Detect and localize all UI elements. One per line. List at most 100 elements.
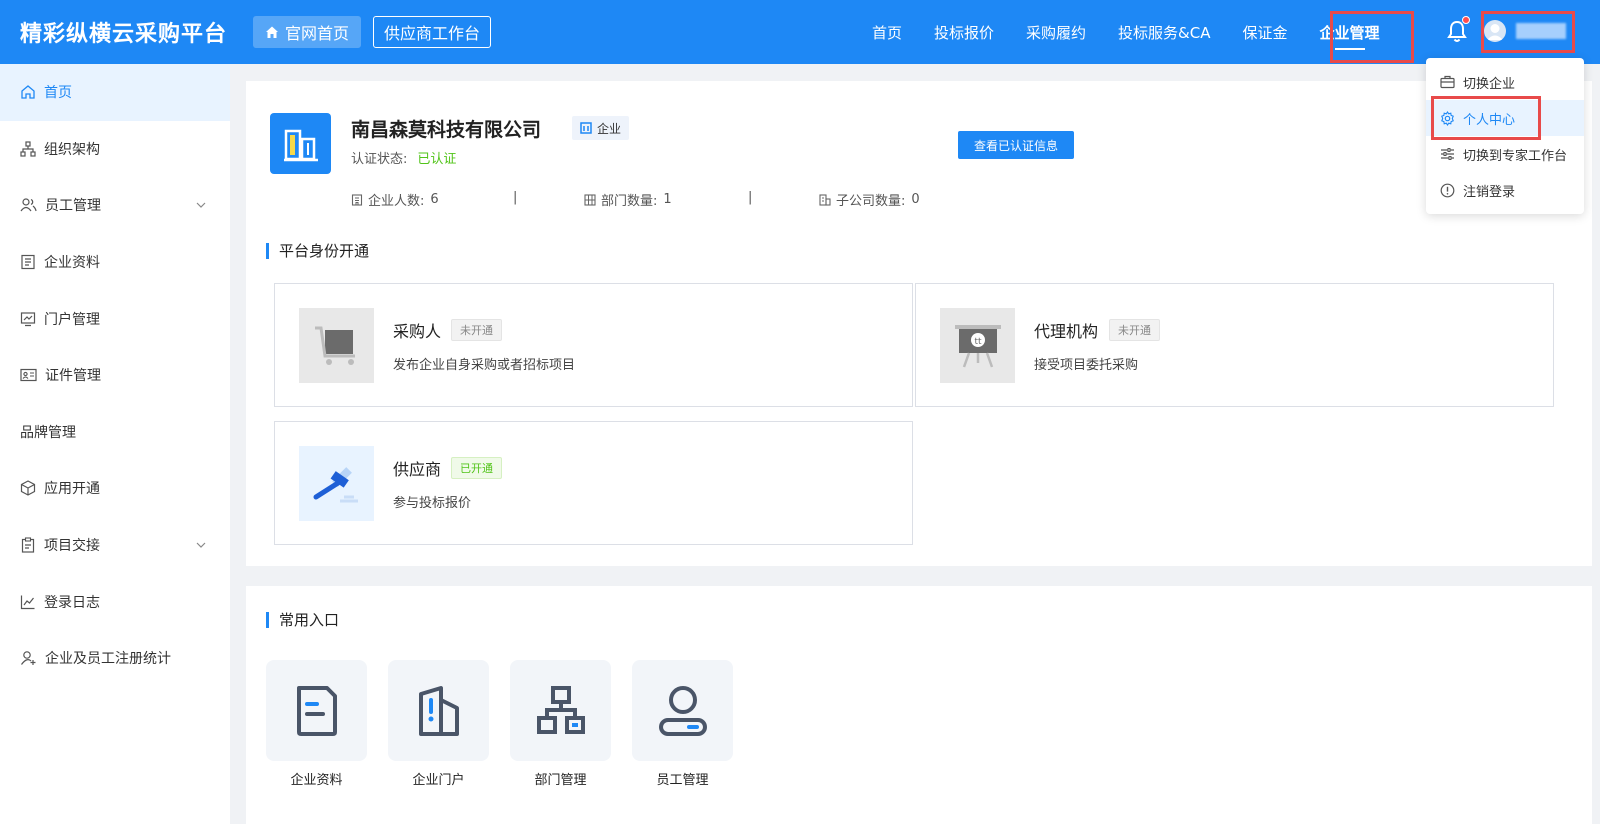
sliders-icon <box>1441 148 1454 160</box>
official-home-button[interactable]: 官网首页 <box>253 16 362 48</box>
user-add-icon <box>21 651 36 666</box>
nav-home[interactable]: 首页 <box>872 0 902 64</box>
stat-employees-value: 6 <box>430 192 439 207</box>
sidebar-item-org-structure[interactable]: 组织架构 <box>0 121 230 178</box>
sidebar-item-project-handover[interactable]: 项目交接 <box>0 517 230 574</box>
sidebar-item-label: 组织架构 <box>44 141 100 158</box>
company-name: 南昌森莫科技有限公司 <box>351 119 542 141</box>
nav-deposit[interactable]: 保证金 <box>1242 0 1287 64</box>
entry-icon-box <box>632 660 733 761</box>
certification-status: 认证状态: 已认证 <box>351 148 456 167</box>
sidebar-item-app-activation[interactable]: 应用开通 <box>0 460 230 517</box>
nav-procurement-fulfillment[interactable]: 采购履约 <box>1026 0 1086 64</box>
sidebar-item-login-log[interactable]: 登录日志 <box>0 573 230 630</box>
sidebar-item-certificate-management[interactable]: 证件管理 <box>0 347 230 404</box>
status-badge: 已开通 <box>451 457 502 479</box>
notification-dot <box>1462 16 1470 24</box>
home-outline-icon <box>21 85 35 99</box>
role-card-supplier[interactable]: 供应商 已开通 参与投标报价 <box>274 421 913 545</box>
role-name: 代理机构 <box>1034 322 1099 341</box>
entry-label: 员工管理 <box>656 773 709 788</box>
entry-employee-management[interactable]: 员工管理 <box>632 660 733 788</box>
role-desc: 接受项目委托采购 <box>1034 358 1139 373</box>
menu-item-label: 注销登录 <box>1463 184 1516 200</box>
building-small-icon <box>580 122 592 134</box>
chart-line-icon <box>20 595 35 609</box>
nav-bid-quote[interactable]: 投标报价 <box>934 0 994 64</box>
stat-departments-label: 部门数量: <box>601 194 658 209</box>
sidebar-item-label: 项目交接 <box>44 538 100 555</box>
agency-icon-box: tt <box>940 308 1015 383</box>
stat-departments-value: 1 <box>663 192 672 207</box>
platform-identity-title: 平台身份开通 <box>266 243 369 259</box>
entry-enterprise-portal[interactable]: 企业门户 <box>388 660 489 788</box>
monitor-chart-icon <box>20 312 36 326</box>
enterprise-overview-card: 南昌森莫科技有限公司 企业 认证状态: 已认证 查看已认证信息 企业人数: 6 | … <box>246 81 1592 566</box>
building-entry-icon <box>418 685 459 736</box>
org-chart-entry-icon <box>536 685 585 734</box>
brand-title: 精彩纵横云采购平台 <box>20 22 228 47</box>
building-logo-icon <box>283 129 318 161</box>
sidebar-item-label: 应用开通 <box>44 481 100 498</box>
info-circle-icon <box>1440 183 1455 197</box>
role-card-agency[interactable]: tt 代理机构 未开通 接受项目委托采购 <box>915 283 1554 407</box>
id-card-icon <box>20 369 37 382</box>
role-name: 供应商 <box>393 460 442 479</box>
stat-subsidiaries-value: 0 <box>911 192 920 207</box>
chevron-down-icon <box>196 542 206 548</box>
common-entries-card: 常用入口 企业资料 企业门户 部门管理 员工管理 <box>246 586 1592 824</box>
status-badge: 未开通 <box>451 319 502 341</box>
status-value: 已认证 <box>417 152 457 167</box>
sidebar-item-label: 登录日志 <box>44 594 100 611</box>
stat-separator: | <box>748 190 753 205</box>
sidebar-item-enterprise-info[interactable]: 企业资料 <box>0 234 230 291</box>
role-desc: 发布企业自身采购或者招标项目 <box>393 358 576 373</box>
stat-subsidiaries: 子公司数量: 0 <box>819 190 920 209</box>
sidebar-item-brand-management[interactable]: 品牌管理 <box>0 404 230 461</box>
entry-department-management[interactable]: 部门管理 <box>510 660 611 788</box>
entry-icon-box <box>388 660 489 761</box>
users-icon <box>20 198 37 212</box>
buildings-stat-icon <box>819 193 831 206</box>
nav-bid-service-ca[interactable]: 投标服务&CA <box>1118 0 1210 64</box>
shopping-cart-icon <box>314 326 355 365</box>
home-icon <box>266 26 279 38</box>
sidebar: 首页 组织架构 员工管理 企业资料 门户管理 证件管理 品牌管理 应用开通 项目… <box>0 64 230 824</box>
supplier-icon-box <box>299 446 374 521</box>
sidebar-item-label: 企业及员工注册统计 <box>45 651 171 668</box>
stat-employees: 企业人数: 6 <box>351 190 439 209</box>
menu-item-label: 切换企业 <box>1463 76 1516 92</box>
org-chart-icon <box>20 141 36 157</box>
stat-subsidiaries-label: 子公司数量: <box>836 194 906 209</box>
highlight-box-user <box>1481 11 1575 53</box>
stat-employees-label: 企业人数: <box>368 194 425 209</box>
view-certified-info-button[interactable]: 查看已认证信息 <box>958 131 1074 159</box>
role-desc: 参与投标报价 <box>393 496 472 511</box>
clipboard-icon <box>21 537 35 553</box>
svg-text:tt: tt <box>974 337 982 347</box>
menu-item-switch-enterprise[interactable]: 切换企业 <box>1426 64 1584 100</box>
sidebar-item-portal-management[interactable]: 门户管理 <box>0 290 230 347</box>
supplier-workbench-button[interactable]: 供应商工作台 <box>373 16 492 48</box>
menu-item-label: 切换到专家工作台 <box>1463 148 1568 164</box>
grid-stat-icon <box>584 193 596 206</box>
sidebar-item-home[interactable]: 首页 <box>0 64 230 121</box>
entry-enterprise-info[interactable]: 企业资料 <box>266 660 367 788</box>
entry-label: 部门管理 <box>534 773 587 788</box>
sidebar-item-label: 首页 <box>44 85 72 102</box>
menu-item-logout[interactable]: 注销登录 <box>1426 172 1584 208</box>
role-name: 采购人 <box>393 322 442 341</box>
sidebar-item-employee-management[interactable]: 员工管理 <box>0 177 230 234</box>
entry-icon-box <box>510 660 611 761</box>
menu-item-switch-expert[interactable]: 切换到专家工作台 <box>1426 136 1584 172</box>
entry-label: 企业门户 <box>412 773 465 788</box>
sidebar-item-label: 门户管理 <box>44 311 100 328</box>
sidebar-item-registration-stats[interactable]: 企业及员工注册统计 <box>0 630 230 687</box>
document-icon <box>21 254 35 270</box>
stat-separator: | <box>513 190 518 205</box>
document-entry-icon <box>296 685 337 736</box>
role-card-purchaser[interactable]: 采购人 未开通 发布企业自身采购或者招标项目 <box>274 283 913 407</box>
highlight-box-enterprise-nav <box>1330 11 1414 63</box>
entry-label: 企业资料 <box>290 773 343 788</box>
presentation-board-icon: tt <box>954 324 1001 367</box>
